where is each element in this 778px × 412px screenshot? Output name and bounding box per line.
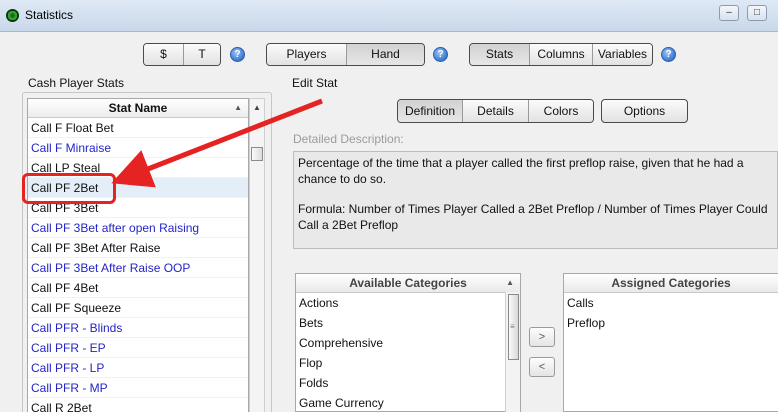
stat-list-item[interactable]: Call PF 3Bet After Raise (28, 238, 248, 258)
stat-list-item[interactable]: Call PF 3Bet After Raise OOP (28, 258, 248, 278)
available-categories-header[interactable]: Available Categories ▲ (296, 274, 520, 293)
assigned-category-item[interactable]: Calls (564, 293, 778, 313)
available-category-item[interactable]: Flop (296, 353, 520, 373)
assign-category-button[interactable]: > (529, 327, 555, 347)
available-categories-list: Available Categories ▲ Actions Bets Compre… (295, 273, 521, 412)
tab-colors[interactable]: Colors (529, 100, 593, 122)
sort-asc-icon: ▲ (234, 103, 242, 112)
help-icon[interactable]: ? (661, 47, 676, 62)
minimize-button[interactable]: – (719, 5, 739, 21)
available-category-item[interactable]: Comprehensive (296, 333, 520, 353)
stat-list-item[interactable]: Call F Float Bet (28, 118, 248, 138)
assigned-categories-header[interactable]: Assigned Categories (564, 274, 778, 293)
assigned-category-item[interactable]: Preflop (564, 313, 778, 333)
hand-button[interactable]: Hand (347, 44, 424, 65)
stat-list-item[interactable]: Call F Minraise (28, 138, 248, 158)
available-categories-scrollbar[interactable]: ≡ (505, 292, 520, 412)
highlight-callout-box (22, 173, 116, 204)
assigned-categories-list: Assigned Categories Calls Preflop (563, 273, 778, 412)
tab-details[interactable]: Details (463, 100, 529, 122)
formula-text: Formula: Number of Times Player Called a… (298, 202, 768, 232)
scroll-thumb[interactable] (251, 147, 263, 161)
options-button[interactable]: Options (601, 99, 688, 123)
stat-list-item[interactable]: Call PF Squeeze (28, 298, 248, 318)
tournament-button[interactable]: T (184, 44, 220, 65)
available-category-item[interactable]: Folds (296, 373, 520, 393)
stat-name-header-label: Stat Name (108, 101, 168, 115)
view-group: Stats Columns Variables (469, 43, 653, 66)
columns-button[interactable]: Columns (530, 44, 593, 65)
stat-list-item[interactable]: Call PFR - LP (28, 358, 248, 378)
stat-list-item[interactable]: Call R 2Bet (28, 398, 248, 412)
edit-stat-tabs: Definition Details Colors (397, 99, 594, 123)
cash-player-stats-label: Cash Player Stats (28, 76, 125, 90)
available-category-item[interactable]: Game Currency (296, 393, 520, 411)
tab-definition[interactable]: Definition (398, 100, 463, 122)
dollar-button[interactable]: $ (144, 44, 184, 65)
stat-list-item[interactable]: Call PFR - EP (28, 338, 248, 358)
scroll-grip-icon: ≡ (510, 322, 515, 331)
variables-button[interactable]: Variables (593, 44, 652, 65)
unassign-category-button[interactable]: < (529, 357, 555, 377)
detailed-description-box[interactable]: Percentage of the time that a player cal… (293, 151, 778, 249)
stat-scope-group: Players Hand (266, 43, 425, 66)
maximize-button[interactable]: □ (747, 5, 767, 21)
stat-name-column-header[interactable]: Stat Name ▲ (28, 99, 248, 118)
assigned-categories-header-label: Assigned Categories (611, 276, 731, 290)
window-title: Statistics (25, 8, 74, 22)
detailed-description-label: Detailed Description: (293, 132, 404, 146)
available-category-item[interactable]: Actions (296, 293, 520, 313)
description-text: Percentage of the time that a player cal… (298, 156, 744, 186)
stat-list-scrollbar[interactable]: ▲ (249, 98, 265, 412)
stat-list-item[interactable]: Call PFR - Blinds (28, 318, 248, 338)
stat-list-item[interactable]: Call PF 4Bet (28, 278, 248, 298)
scroll-up-icon[interactable]: ▲ (253, 103, 261, 112)
stat-list: Stat Name ▲ Call F Float Bet Call F Minra… (27, 98, 249, 412)
title-bar: Statistics – □ (0, 0, 778, 32)
stat-list-item[interactable]: Call PFR - MP (28, 378, 248, 398)
available-category-item[interactable]: Bets (296, 313, 520, 333)
edit-stat-label: Edit Stat (292, 76, 338, 90)
currency-toggle-group: $ T (143, 43, 221, 66)
players-button[interactable]: Players (267, 44, 347, 65)
stat-list-item[interactable]: Call PF 3Bet after open Raising (28, 218, 248, 238)
available-categories-header-label: Available Categories (349, 276, 467, 290)
sort-asc-icon: ▲ (506, 278, 514, 287)
help-icon[interactable]: ? (433, 47, 448, 62)
stat-rows: Call F Float Bet Call F Minraise Call LP S… (28, 118, 248, 412)
available-rows: Actions Bets Comprehensive Flop Folds Game Cu… (296, 293, 520, 411)
assigned-rows: Calls Preflop (564, 293, 778, 333)
stats-button[interactable]: Stats (470, 44, 530, 65)
app-logo-icon (6, 9, 19, 22)
help-icon[interactable]: ? (230, 47, 245, 62)
